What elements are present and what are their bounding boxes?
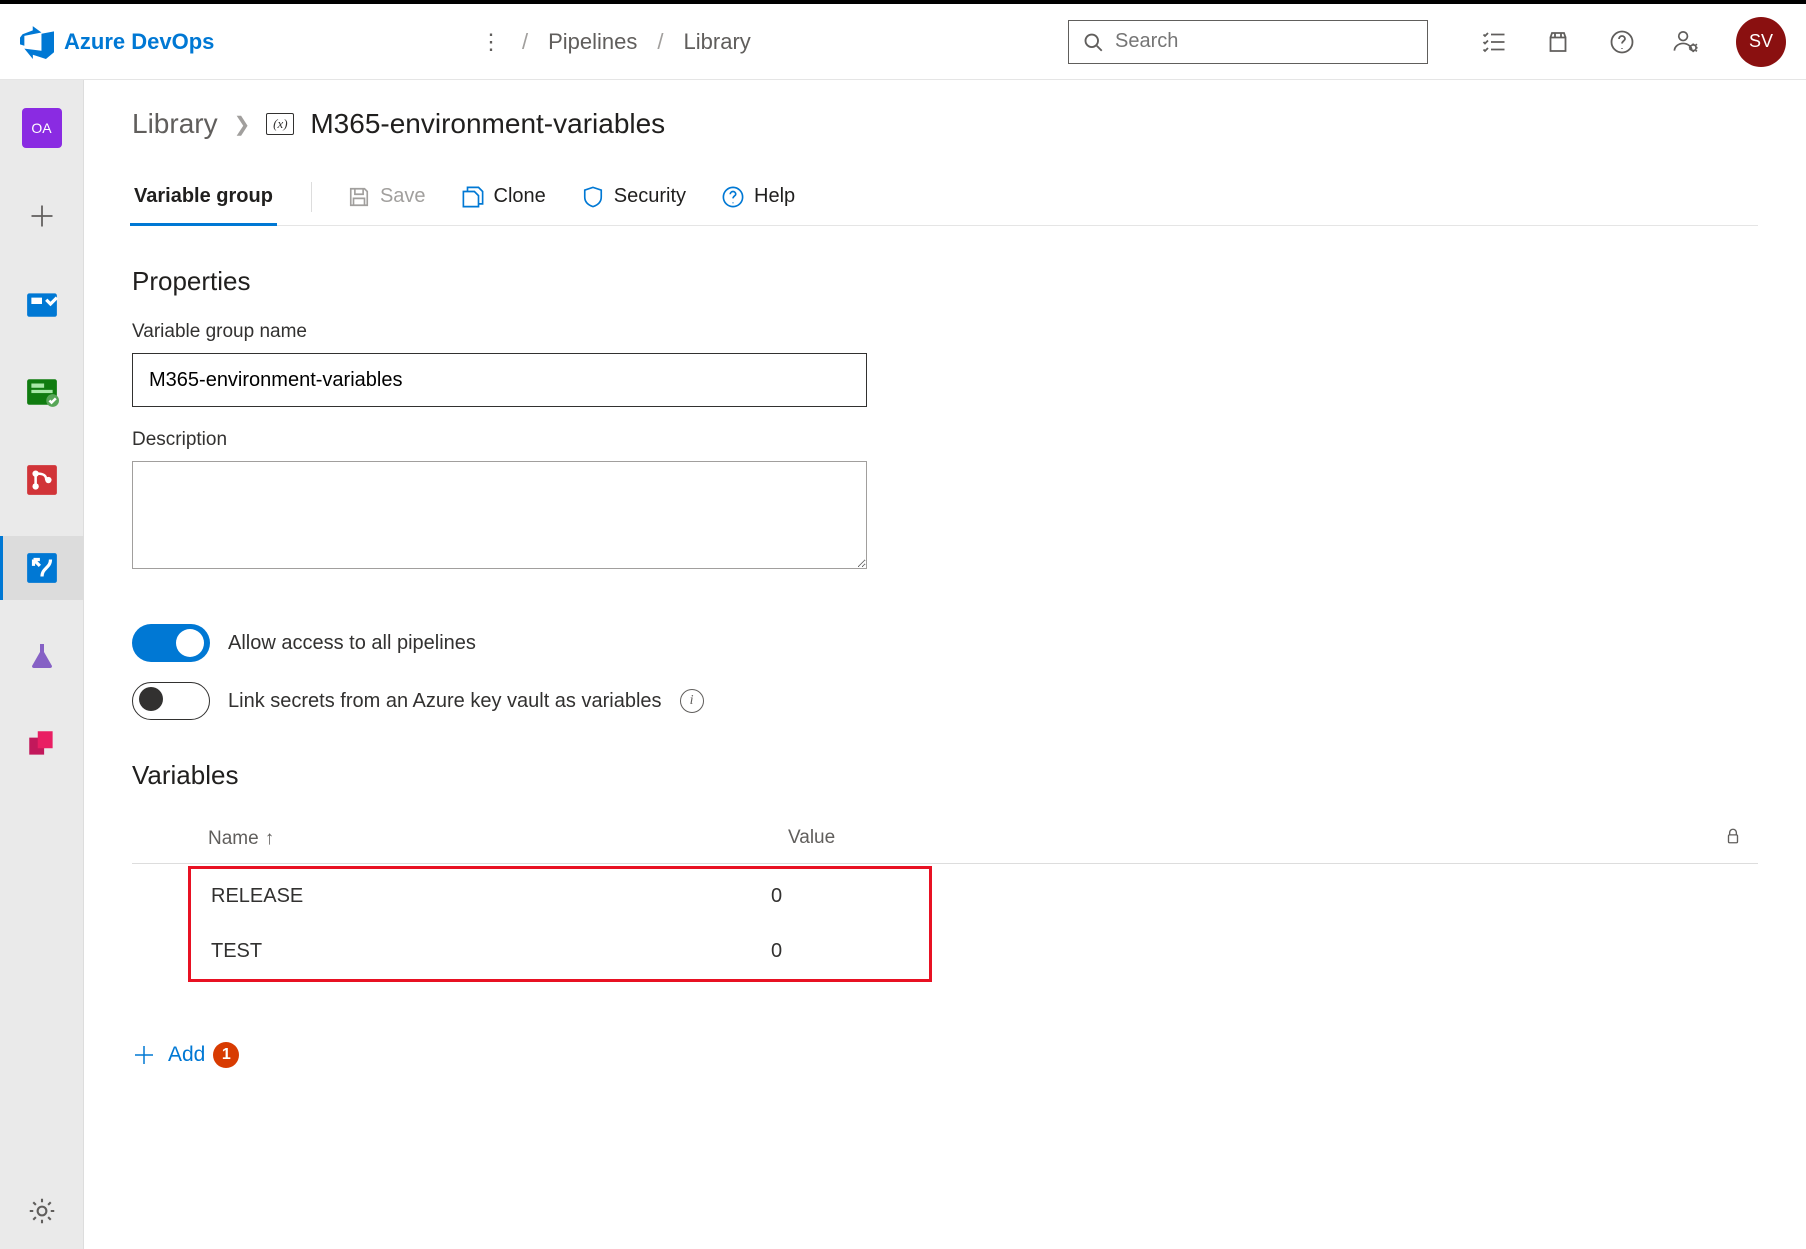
save-button: Save <box>348 185 426 208</box>
security-button[interactable]: Security <box>582 185 686 208</box>
clone-icon <box>462 186 484 208</box>
sidebar-add[interactable] <box>0 184 84 248</box>
sort-asc-icon: ↑ <box>265 828 275 850</box>
chevron-right-icon: ❯ <box>234 112 251 137</box>
plus-icon <box>132 1043 156 1067</box>
description-label: Description <box>132 429 1758 451</box>
allow-access-toggle[interactable] <box>132 624 210 662</box>
variable-group-name-input[interactable] <box>132 353 867 407</box>
variables-heading: Variables <box>132 760 1758 791</box>
link-keyvault-toggle[interactable] <box>132 682 210 720</box>
sidebar-project[interactable]: OA <box>0 96 84 160</box>
more-menu-icon[interactable]: ⋮ <box>472 29 510 55</box>
marketplace-icon[interactable] <box>1544 28 1572 56</box>
gear-icon <box>24 1193 60 1229</box>
variable-group-icon: (x) <box>266 113 294 135</box>
search-field[interactable] <box>1115 30 1413 53</box>
flask-icon <box>24 638 60 674</box>
callout-badge: 1 <box>213 1042 239 1068</box>
sidebar-artifacts[interactable] <box>0 712 84 776</box>
column-value[interactable]: Value <box>788 827 1708 851</box>
page-title: M365-environment-variables <box>310 108 665 140</box>
column-name[interactable]: Name ↑ <box>208 827 788 851</box>
help-circle-icon <box>722 186 744 208</box>
left-sidebar: OA <box>0 80 84 1249</box>
azure-devops-logo-icon <box>20 25 54 59</box>
description-input[interactable] <box>132 461 867 569</box>
lock-icon <box>1724 827 1742 845</box>
header-breadcrumb: / Pipelines / Library <box>522 29 751 55</box>
user-settings-icon[interactable] <box>1672 28 1700 56</box>
table-row[interactable]: RELEASE 0 <box>191 869 929 924</box>
help-icon[interactable] <box>1608 28 1636 56</box>
variables-table: Name ↑ Value RELEASE 0 TEST 0 <box>132 815 1758 982</box>
add-variable-button[interactable]: Add 1 <box>132 1042 1758 1068</box>
clone-button[interactable]: Clone <box>462 185 546 208</box>
link-keyvault-label: Link secrets from an Azure key vault as … <box>228 690 662 713</box>
tab-variable-group[interactable]: Variable group <box>132 168 275 225</box>
user-avatar[interactable]: SV <box>1736 17 1786 67</box>
git-icon <box>24 462 60 498</box>
product-name: Azure DevOps <box>64 29 214 55</box>
task-list-icon[interactable] <box>1480 28 1508 56</box>
help-button[interactable]: Help <box>722 185 795 208</box>
search-input[interactable] <box>1068 20 1428 64</box>
boards-icon <box>24 286 60 322</box>
artifacts-icon <box>24 726 60 762</box>
plus-icon <box>24 198 60 234</box>
sidebar-git[interactable] <box>0 448 84 512</box>
project-badge: OA <box>22 108 62 148</box>
sidebar-boards[interactable] <box>0 272 84 336</box>
sidebar-test-plans[interactable] <box>0 624 84 688</box>
sidebar-repos[interactable] <box>0 360 84 424</box>
global-header: Azure DevOps ⋮ / Pipelines / Library SV <box>0 4 1806 80</box>
sidebar-pipelines[interactable] <box>0 536 84 600</box>
column-lock <box>1708 827 1758 851</box>
main-content: Library ❯ (x) M365-environment-variables… <box>84 80 1806 1249</box>
search-icon <box>1083 32 1103 52</box>
table-row[interactable]: TEST 0 <box>191 924 929 979</box>
shield-icon <box>582 186 604 208</box>
breadcrumb-pipelines[interactable]: Pipelines <box>548 29 637 55</box>
sidebar-settings[interactable] <box>0 1193 84 1229</box>
logo[interactable]: Azure DevOps <box>20 25 460 59</box>
properties-heading: Properties <box>132 266 1758 297</box>
save-icon <box>348 186 370 208</box>
page-toolbar: Variable group Save Clone Security Help <box>132 168 1758 226</box>
highlighted-rows: RELEASE 0 TEST 0 <box>188 866 932 982</box>
breadcrumb-root[interactable]: Library <box>132 108 218 140</box>
pipelines-icon <box>24 550 60 586</box>
info-icon[interactable]: i <box>680 689 704 713</box>
repos-icon <box>24 374 60 410</box>
allow-access-label: Allow access to all pipelines <box>228 632 476 655</box>
page-breadcrumb: Library ❯ (x) M365-environment-variables <box>132 108 1758 140</box>
breadcrumb-library[interactable]: Library <box>684 29 751 55</box>
name-label: Variable group name <box>132 321 1758 343</box>
